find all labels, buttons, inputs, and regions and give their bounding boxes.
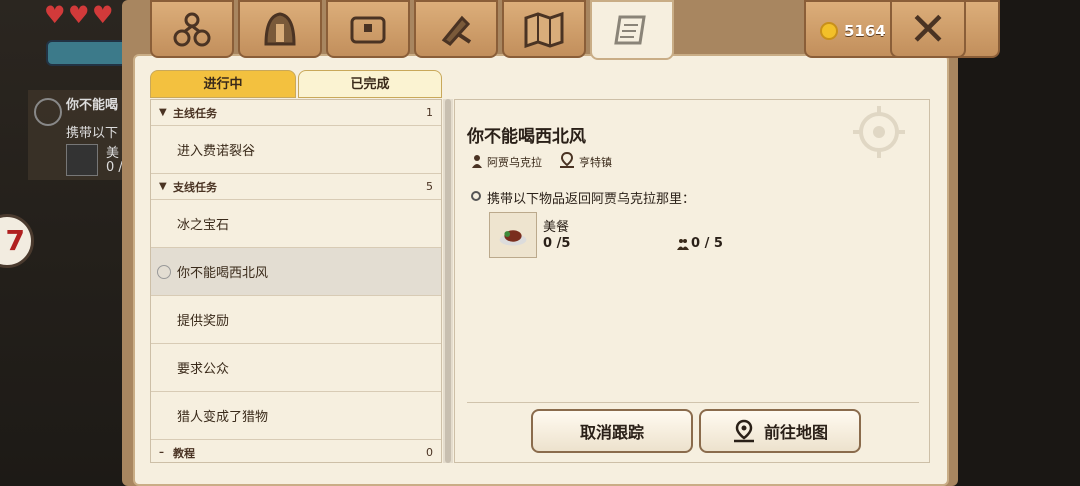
quest-item[interactable]: 冰之宝石: [151, 200, 441, 248]
quest-item[interactable]: 猎人变成了猎物: [151, 392, 441, 440]
category-side[interactable]: ▼ 支线任务 5: [151, 174, 441, 200]
item-slot[interactable]: [489, 212, 537, 258]
cancel-tracking-button[interactable]: 取消跟踪: [531, 409, 693, 453]
chest-icon: [350, 16, 386, 44]
quest-giver: 阿贾乌克拉: [487, 156, 542, 169]
quest-list: ▼ 主线任务 1 进入费诺裂谷 ▼ 支线任务 5 冰之宝石 你不能喝西北风 提供…: [150, 99, 442, 463]
tab-map[interactable]: [502, 0, 586, 58]
game-hud-background: ♥ ♥ ♥ 你不能喝 携带以下 美 0 / 7: [0, 0, 140, 486]
party-count: 0 / 5: [691, 236, 723, 251]
objective-bullet-icon: [471, 191, 481, 201]
coin-amount: 5164: [844, 22, 886, 40]
heart-icon: ♥: [68, 1, 90, 29]
category-label: 主线任务: [173, 106, 217, 120]
quest-label: 进入费诺裂谷: [177, 144, 256, 159]
health-hearts: ♥ ♥ ♥: [44, 1, 114, 29]
map-icon: [524, 11, 564, 48]
item-count: 0 /5: [543, 236, 571, 251]
target-icon: [34, 98, 62, 126]
level-badge: 7: [0, 214, 34, 268]
category-count: 1: [426, 106, 433, 119]
tracker-item-name: 美: [106, 146, 120, 161]
quest-title: 你不能喝西北风: [467, 127, 586, 147]
list-scrollbar[interactable]: [443, 99, 453, 463]
tab-equipment[interactable]: [238, 0, 322, 58]
quest-label: 冰之宝石: [177, 218, 230, 233]
quest-label: 猎人变成了猎物: [177, 410, 269, 425]
category-label: 支线任务: [173, 180, 217, 194]
party-icon: [677, 239, 689, 250]
top-tab-bar: 5164 ✕: [114, 0, 1000, 60]
quest-item[interactable]: 要求公众: [151, 344, 441, 392]
quest-objective: 携带以下物品返回阿贾乌克拉那里：: [487, 192, 696, 207]
tab-quests[interactable]: [590, 0, 674, 60]
coin-icon: [820, 22, 838, 40]
scroll-icon: [614, 15, 646, 45]
quest-label: 提供奖励: [177, 314, 230, 329]
button-label: 前往地图: [763, 423, 828, 442]
category-main[interactable]: ▼ 主线任务 1: [151, 100, 441, 126]
button-label: 取消跟踪: [579, 423, 644, 442]
tracker-item-icon: [66, 144, 98, 176]
tab-in-progress[interactable]: 进行中: [150, 70, 296, 98]
chevron-down-icon: ▼: [159, 107, 167, 118]
tab-inventory[interactable]: [326, 0, 410, 58]
quest-item[interactable]: 提供奖励: [151, 296, 441, 344]
location-pin-icon: [560, 152, 574, 168]
quest-label: 要求公众: [177, 362, 230, 377]
tracker-title: 你不能喝: [66, 98, 119, 113]
close-button[interactable]: ✕: [890, 0, 966, 58]
quest-item-selected[interactable]: 你不能喝西北风: [151, 248, 441, 296]
quest-location: 亨特镇: [579, 156, 612, 169]
meal-icon: [499, 230, 527, 246]
heart-icon: ♥: [44, 1, 66, 29]
quest-item[interactable]: 进入费诺裂谷: [151, 126, 441, 174]
tab-crafting[interactable]: [414, 0, 498, 58]
map-pin-icon: [733, 419, 754, 443]
target-icon: [853, 106, 905, 158]
tracker-item-count: 0 /: [106, 160, 123, 175]
category-tutorial[interactable]: – 教程 0: [151, 440, 441, 462]
person-icon: [472, 155, 482, 168]
crafting-icon: [441, 15, 472, 46]
tab-resources[interactable]: [150, 0, 234, 58]
chevron-down-icon: ▼: [159, 181, 167, 192]
divider: [467, 402, 919, 403]
scrollbar-thumb[interactable]: [445, 99, 451, 463]
item-name: 美餐: [543, 220, 570, 235]
category-count: 0: [426, 446, 433, 459]
tracking-target-icon: [157, 265, 171, 279]
chevron-right-icon: –: [159, 447, 164, 458]
rocks-icon: [173, 12, 211, 47]
tracker-desc: 携带以下: [66, 126, 119, 141]
quest-label: 你不能喝西北风: [177, 266, 269, 281]
heart-icon: ♥: [92, 1, 114, 29]
quest-detail: 你不能喝西北风 阿贾乌克拉 亨特镇 携带以下物品返回阿贾乌克拉那里： 美餐 0 …: [454, 99, 930, 463]
tab-completed[interactable]: 已完成: [298, 70, 442, 98]
go-to-map-button[interactable]: 前往地图: [699, 409, 861, 453]
helmet-icon: [264, 12, 296, 46]
category-count: 5: [426, 180, 433, 193]
category-label: 教程: [173, 446, 195, 460]
